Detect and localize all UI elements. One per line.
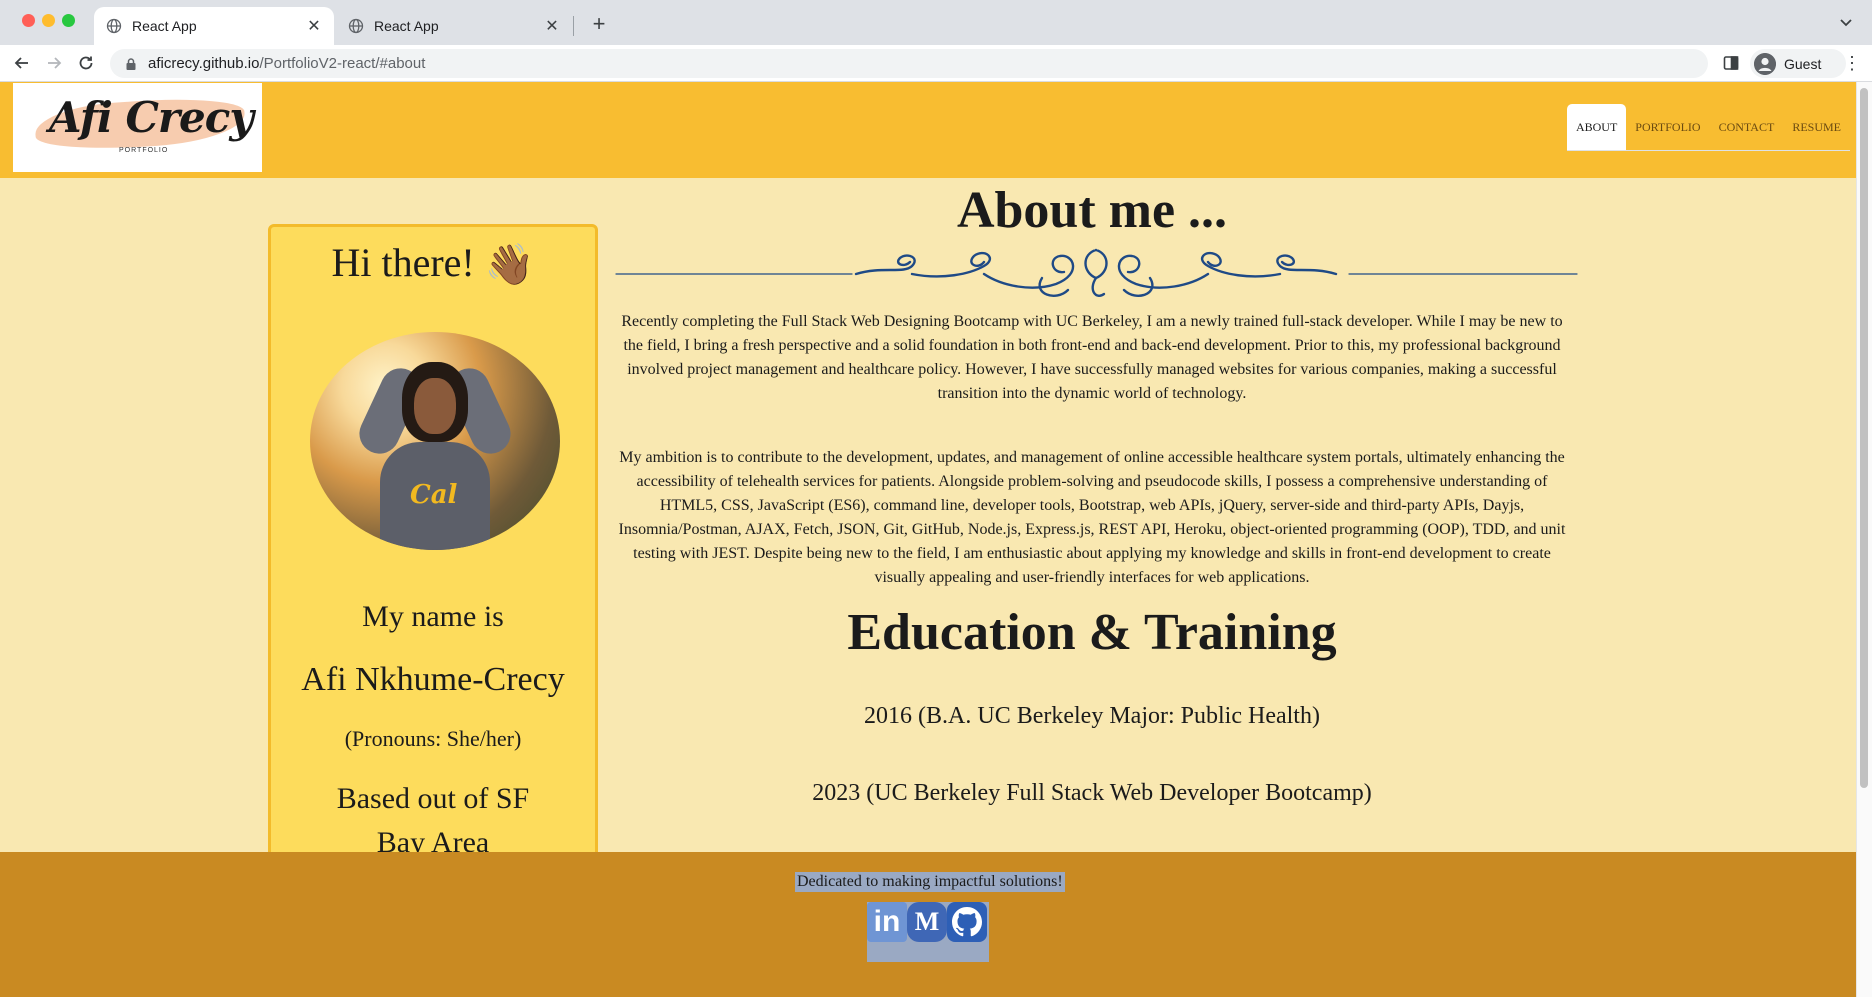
logo-text: Afi Crecy [49,93,254,142]
side-panel-icon[interactable] [1722,54,1740,72]
page-scrollbar[interactable] [1856,82,1872,997]
lock-icon[interactable] [124,57,138,71]
site-footer: Dedicated to making impactful solutions!… [0,852,1856,997]
profile-card: Hi there! 👋🏾 Cal My name is Afi Nkhume-C… [268,224,598,924]
browser-tab-active[interactable]: React App ✕ [94,7,334,45]
about-paragraph-2: My ambition is to contribute to the deve… [618,449,1566,586]
guest-avatar-icon [1754,52,1776,75]
social-links: in M [867,902,989,962]
address-bar[interactable]: aficrecy.github.io/PortfolioV2-react/#ab… [110,49,1708,78]
url-path: /PortfolioV2-react/#about [259,55,426,72]
nav-tab-resume[interactable]: RESUME [1783,104,1850,150]
browser-tab-bar: React App ✕ React App ✕ + [0,0,1872,45]
main-nav: ABOUT PORTFOLIO CONTACT RESUME [1566,103,1850,151]
site-logo[interactable]: Afi Crecy PORTFOLIO [13,83,262,172]
tab-close-icon[interactable]: ✕ [544,16,560,36]
medium-icon[interactable]: M [907,902,947,942]
tab-title: React App [132,18,197,34]
tab-close-icon[interactable]: ✕ [306,16,322,36]
logo-subtext: PORTFOLIO [119,147,169,154]
tab-title: React App [374,18,439,34]
full-name: Afi Nkhume-Crecy [301,661,565,698]
nav-tab-portfolio[interactable]: PORTFOLIO [1626,104,1709,150]
url-host: aficrecy.github.io [148,55,260,72]
back-arrow-icon[interactable] [10,51,34,75]
profile-photo: Cal [310,332,560,550]
maximize-window-button[interactable] [62,14,75,27]
browser-menu-icon[interactable]: ⋮ [1842,53,1862,73]
nav-tab-about[interactable]: ABOUT [1566,104,1627,150]
close-window-button[interactable] [22,14,35,27]
tab-search-chevron-icon[interactable] [1836,12,1856,32]
nav-tab-contact[interactable]: CONTACT [1710,104,1784,150]
globe-icon [106,18,122,34]
education-item: 2016 (B.A. UC Berkeley Major: Public Hea… [864,703,1320,729]
linkedin-icon[interactable]: in [867,902,907,942]
globe-icon [348,18,364,34]
education-item: 2023 (UC Berkeley Full Stack Web Develop… [812,780,1372,806]
waving-hand-icon: 👋🏾 [484,242,535,287]
site-header: Afi Crecy PORTFOLIO ABOUT PORTFOLIO CONT… [0,82,1856,178]
about-title: About me ... [956,182,1228,239]
name-intro: My name is [362,600,504,633]
profile-label: Guest [1784,55,1822,72]
education-title: Education & Training [847,604,1337,661]
person-figure: Cal [352,361,518,550]
photo-face [414,378,456,434]
about-paragraph-1: Recently completing the Full Stack Web D… [621,313,1563,402]
footer-tagline: Dedicated to making impactful solutions! [795,872,1065,892]
reload-icon[interactable] [74,51,98,75]
forward-arrow-icon[interactable] [42,51,66,75]
github-icon[interactable] [947,902,987,942]
scrollbar-thumb[interactable] [1860,88,1868,788]
sweatshirt-logo: Cal [410,480,458,510]
minimize-window-button[interactable] [42,14,55,27]
greeting: Hi there! 👋🏾 [271,239,595,288]
new-tab-button[interactable]: + [585,10,613,38]
profile-button[interactable]: Guest [1750,49,1846,78]
browser-toolbar: aficrecy.github.io/PortfolioV2-react/#ab… [0,45,1872,82]
greeting-text: Hi there! [331,240,475,285]
tab-separator [573,16,574,36]
page-viewport: Afi Crecy PORTFOLIO ABOUT PORTFOLIO CONT… [0,82,1872,997]
browser-tab[interactable]: React App ✕ [336,7,572,45]
pronouns: (Pronouns: She/her) [344,726,522,751]
ornamental-divider [615,248,1578,297]
